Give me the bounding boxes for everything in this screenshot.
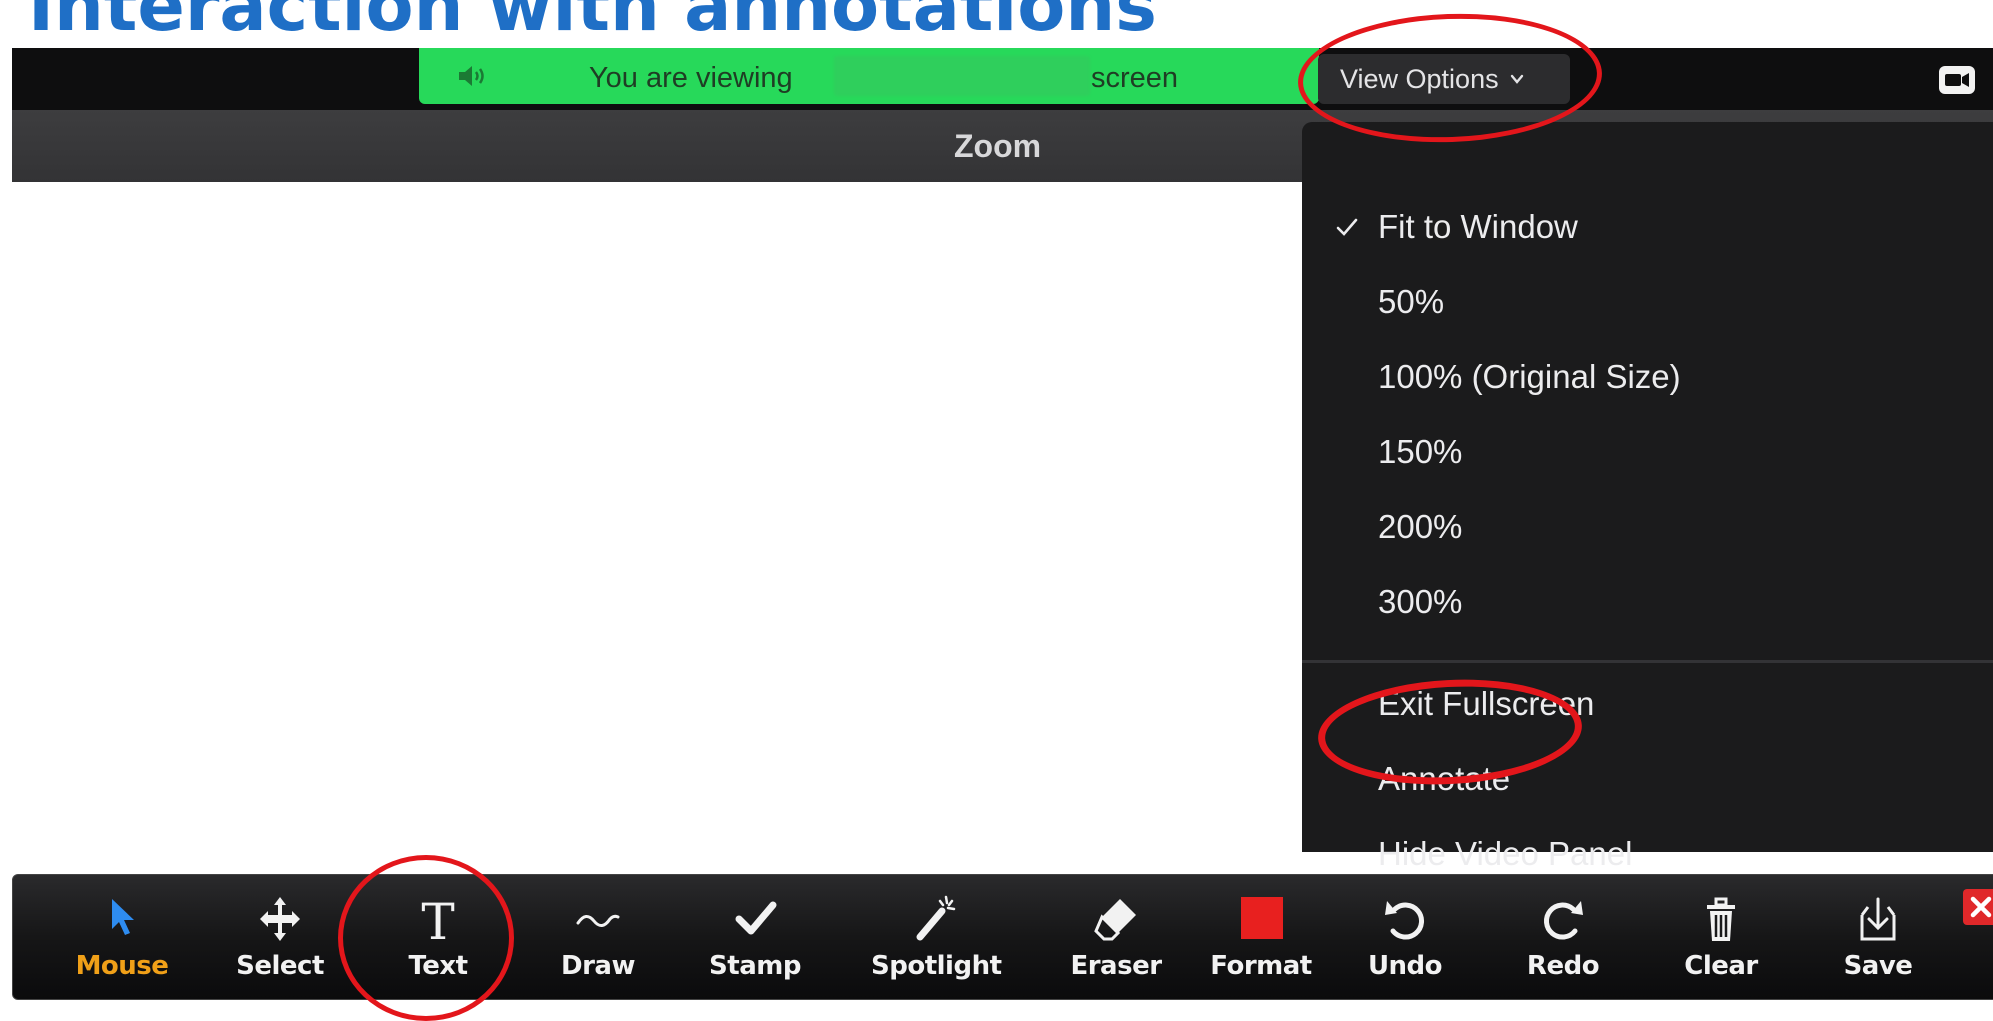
- tool-save[interactable]: Save: [1813, 875, 1943, 999]
- speaker-icon[interactable]: [457, 64, 487, 88]
- menu-item-label: Fit to Window: [1378, 208, 1578, 245]
- tool-spotlight[interactable]: Spotlight: [871, 875, 1002, 999]
- tool-label: Spotlight: [871, 951, 1002, 981]
- trash-icon: [1707, 897, 1735, 941]
- magic-wand-icon: [916, 895, 956, 941]
- cursor-arrow-icon: [112, 899, 134, 935]
- tool-label: Stamp: [709, 951, 801, 981]
- tool-label: Save: [1843, 951, 1913, 981]
- tool-label: Redo: [1526, 951, 1600, 981]
- menu-divider: [1302, 660, 1993, 663]
- close-icon: [1970, 896, 1992, 918]
- tool-draw[interactable]: Draw: [533, 875, 663, 999]
- tool-label: Undo: [1367, 951, 1443, 981]
- color-swatch-icon: [1241, 897, 1283, 939]
- tool-label: Select: [236, 951, 324, 981]
- tool-stamp[interactable]: Stamp: [690, 875, 820, 999]
- tool-label: Clear: [1684, 951, 1758, 981]
- menu-item-150[interactable]: 150%: [1302, 415, 1993, 489]
- slide-title: Interaction with annotations: [28, 0, 1157, 47]
- tool-label: Format: [1210, 951, 1312, 981]
- tool-label: Draw: [561, 951, 635, 981]
- tool-undo[interactable]: Undo: [1340, 875, 1470, 999]
- eraser-icon: [1094, 899, 1136, 941]
- top-bar: You are viewing screen View Options: [12, 48, 1993, 110]
- screen-share-banner: You are viewing screen: [419, 48, 1319, 104]
- menu-item-50[interactable]: 50%: [1302, 265, 1993, 339]
- menu-item-label: 150%: [1378, 433, 1463, 470]
- close-toolbar-button[interactable]: [1963, 889, 1993, 925]
- menu-item-fit-to-window[interactable]: Fit to Window: [1302, 190, 1993, 264]
- checkmark-icon: [1336, 218, 1358, 236]
- undo-icon: [1385, 901, 1425, 940]
- annotation-toolbar: Mouse Select T Text Draw Stamp Spotlight…: [12, 874, 1993, 1000]
- tool-select[interactable]: Select: [215, 875, 345, 999]
- banner-text-prefix: You are viewing: [589, 62, 793, 94]
- tool-clear[interactable]: Clear: [1656, 875, 1786, 999]
- menu-item-label: 50%: [1378, 283, 1445, 320]
- tool-mouse[interactable]: Mouse: [57, 875, 187, 999]
- menu-item-label: 100% (Original Size): [1378, 358, 1681, 395]
- tool-label: Mouse: [75, 951, 169, 981]
- tool-label: Eraser: [1070, 951, 1162, 981]
- menu-item-label: 200%: [1378, 508, 1463, 545]
- menu-item-300[interactable]: 300%: [1302, 565, 1993, 639]
- highlight-ellipse-text-tool: [338, 855, 514, 1021]
- video-camera-icon[interactable]: [1937, 64, 1977, 96]
- save-download-icon: [1860, 897, 1896, 941]
- menu-item-label: 300%: [1378, 583, 1463, 620]
- tool-format[interactable]: Format: [1196, 875, 1326, 999]
- tool-eraser[interactable]: Eraser: [1051, 875, 1181, 999]
- menu-item-100-original[interactable]: 100% (Original Size): [1302, 340, 1993, 414]
- redacted-name: [834, 56, 1090, 96]
- redo-icon: [1543, 901, 1583, 940]
- move-arrows-icon: [260, 897, 300, 941]
- menu-item-200[interactable]: 200%: [1302, 490, 1993, 564]
- tool-redo[interactable]: Redo: [1498, 875, 1628, 999]
- banner-text-suffix: screen: [1091, 62, 1179, 94]
- zoom-screenshot: You are viewing screen View Options Zoom…: [12, 48, 1993, 1021]
- window-title: Zoom: [954, 128, 1042, 164]
- checkmark-icon: [735, 901, 777, 935]
- squiggle-icon: [576, 914, 620, 927]
